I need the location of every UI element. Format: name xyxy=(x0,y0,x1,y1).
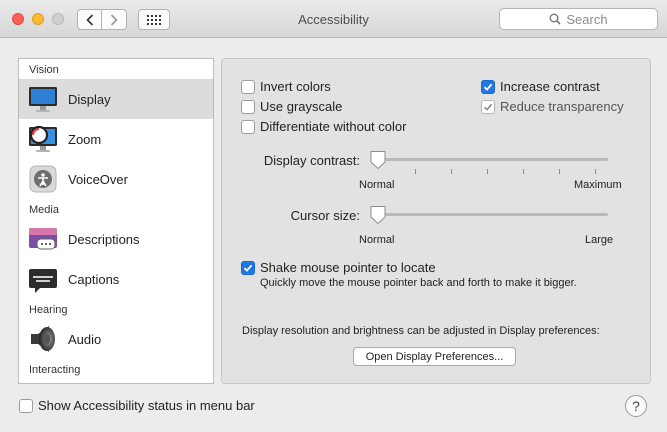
sidebar-item-label: Descriptions xyxy=(68,231,140,247)
sidebar-item-label: Captions xyxy=(68,271,120,287)
checkbox-label: Increase contrast xyxy=(500,79,600,94)
shake-to-locate-checkbox[interactable]: Shake mouse pointer to locate xyxy=(241,260,436,275)
checkbox-unchecked-icon xyxy=(241,79,255,94)
display-contrast-slider-knob[interactable] xyxy=(369,150,387,170)
shake-help-text: Quickly move the mouse pointer back and … xyxy=(260,277,577,289)
resolution-note: Display resolution and brightness can be… xyxy=(242,325,600,337)
contrast-max-label: Maximum xyxy=(574,179,622,191)
checkbox-unchecked-icon xyxy=(19,398,33,413)
section-media: Media xyxy=(29,204,59,216)
sidebar-item-voiceover[interactable]: VoiceOver xyxy=(19,159,213,199)
checkbox-label: Differentiate without color xyxy=(260,119,407,134)
title-bar: Accessibility Search xyxy=(0,0,667,38)
slider-tick xyxy=(451,169,452,174)
display-settings-panel: Invert colors Use grayscale Differentiat… xyxy=(221,58,651,384)
checkmark-icon xyxy=(241,260,255,275)
speaker-icon xyxy=(27,323,59,355)
cursor-size-slider[interactable] xyxy=(372,213,608,216)
display-icon xyxy=(27,83,59,115)
display-contrast-label: Display contrast: xyxy=(263,153,360,168)
sidebar-item-captions[interactable]: Captions xyxy=(19,259,213,299)
voiceover-icon xyxy=(27,163,59,195)
section-vision: Vision xyxy=(29,64,59,76)
zoom-icon xyxy=(27,123,59,155)
cursor-min-label: Normal xyxy=(359,234,395,246)
sidebar-item-label: Display xyxy=(68,91,111,107)
sidebar-item-display[interactable]: Display xyxy=(19,79,213,119)
display-contrast-slider[interactable] xyxy=(372,158,608,161)
slider-tick xyxy=(487,169,488,174)
checkbox-label: Show Accessibility status in menu bar xyxy=(38,398,255,413)
search-placeholder: Search xyxy=(566,11,608,27)
checkbox-label: Invert colors xyxy=(260,79,331,94)
checkbox-unchecked-icon xyxy=(241,119,255,134)
sidebar-item-label: Audio xyxy=(68,331,102,347)
slider-tick xyxy=(415,169,416,174)
contrast-min-label: Normal xyxy=(359,179,395,191)
slider-tick xyxy=(559,169,560,174)
descriptions-icon xyxy=(27,223,59,255)
checkmark-icon xyxy=(481,79,495,94)
cursor-size-label: Cursor size: xyxy=(290,208,360,223)
reduce-transparency-checkbox[interactable]: Reduce transparency xyxy=(481,99,624,114)
show-status-in-menu-bar-checkbox[interactable]: Show Accessibility status in menu bar xyxy=(19,398,255,413)
checkmark-icon xyxy=(481,99,495,114)
section-hearing: Hearing xyxy=(29,304,68,316)
checkbox-label: Reduce transparency xyxy=(500,99,624,114)
sidebar-item-zoom[interactable]: Zoom xyxy=(19,119,213,159)
checkbox-label: Shake mouse pointer to locate xyxy=(260,260,436,275)
invert-colors-checkbox[interactable]: Invert colors xyxy=(241,79,331,94)
sidebar-item-label: Zoom xyxy=(68,131,102,147)
cursor-size-slider-knob[interactable] xyxy=(369,205,387,225)
increase-contrast-checkbox[interactable]: Increase contrast xyxy=(481,79,600,94)
section-interacting: Interacting xyxy=(29,364,81,376)
checkbox-label: Use grayscale xyxy=(260,99,343,114)
search-icon xyxy=(549,13,561,25)
cursor-max-label: Large xyxy=(585,234,614,246)
sidebar-item-audio[interactable]: Audio xyxy=(19,319,213,359)
sidebar-item-label: VoiceOver xyxy=(68,171,128,187)
use-grayscale-checkbox[interactable]: Use grayscale xyxy=(241,99,342,114)
sidebar-item-descriptions[interactable]: Descriptions xyxy=(19,219,213,259)
slider-tick xyxy=(523,169,524,174)
slider-tick xyxy=(595,169,596,174)
captions-icon xyxy=(27,263,59,295)
help-button[interactable]: ? xyxy=(625,395,647,417)
category-list[interactable]: Vision Display Zoom VoiceOver Media Desc… xyxy=(18,58,214,384)
differentiate-without-color-checkbox[interactable]: Differentiate without color xyxy=(241,119,406,134)
search-input[interactable]: Search xyxy=(499,8,658,30)
checkbox-unchecked-icon xyxy=(241,99,255,114)
open-display-preferences-button[interactable]: Open Display Preferences... xyxy=(353,347,516,366)
